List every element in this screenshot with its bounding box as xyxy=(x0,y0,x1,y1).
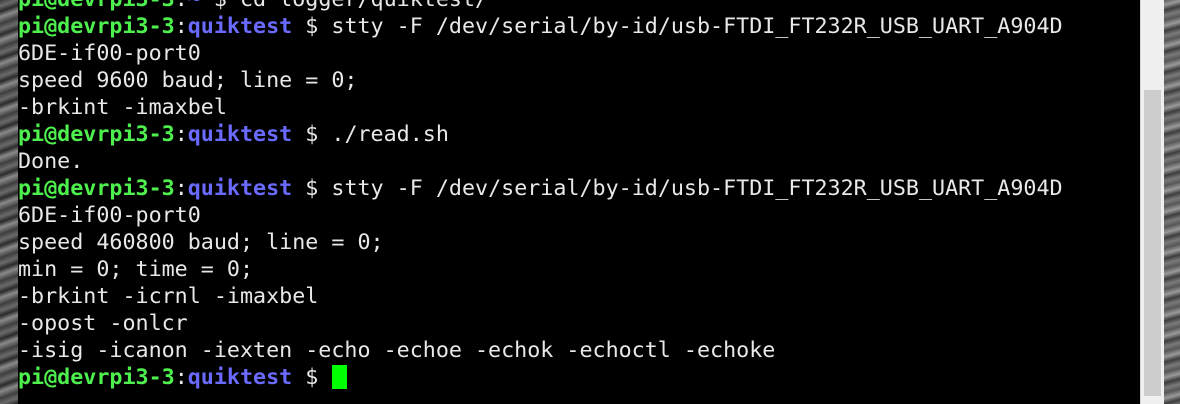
output-text: speed 460800 baud; line = 0; xyxy=(18,230,384,255)
prompt-line: pi@devrpi3-3:~ $ cd logger/quiktest/ xyxy=(18,0,1063,13)
desktop-background-right xyxy=(1164,0,1180,404)
output-text: 6DE-if00-port0 xyxy=(18,41,201,66)
output-line: Done. xyxy=(18,148,1063,175)
prompt-path: ~ xyxy=(188,0,201,12)
output-text: speed 9600 baud; line = 0; xyxy=(18,68,358,93)
prompt-line: pi@devrpi3-3:quiktest $ xyxy=(18,364,1063,391)
prompt-path: quiktest xyxy=(187,14,293,39)
output-text: Done. xyxy=(18,149,84,174)
desktop-background-left xyxy=(0,0,18,404)
prompt-separator: : xyxy=(175,0,188,12)
output-line: -opost -onlcr xyxy=(18,310,1063,337)
prompt-separator: : xyxy=(174,122,188,147)
prompt-path: quiktest xyxy=(187,176,293,201)
output-line: 6DE-if00-port0 xyxy=(18,40,1063,67)
prompt-path: quiktest xyxy=(187,365,293,390)
prompt-symbol: $ xyxy=(292,365,332,390)
prompt-host: pi@devrpi3-3 xyxy=(18,176,175,201)
prompt-line: pi@devrpi3-3:quiktest $ ./read.sh xyxy=(18,121,1063,148)
terminal-window[interactable]: pi@devrpi3-3:~ $ cd logger/quiktest/pi@d… xyxy=(18,0,1140,404)
output-line: 6DE-if00-port0 xyxy=(18,202,1063,229)
prompt-host: pi@devrpi3-3 xyxy=(18,122,175,147)
vertical-scrollbar[interactable] xyxy=(1140,0,1165,404)
output-text: 6DE-if00-port0 xyxy=(18,203,201,228)
prompt-symbol: $ xyxy=(292,14,332,39)
output-line: -isig -icanon -iexten -echo -echoe -echo… xyxy=(18,337,1063,364)
output-text: -opost -onlcr xyxy=(18,311,188,336)
command-text: cd logger/quiktest/ xyxy=(240,0,488,12)
terminal-output: pi@devrpi3-3:~ $ cd logger/quiktest/pi@d… xyxy=(18,0,1063,391)
prompt-host: pi@devrpi3-3 xyxy=(18,0,175,12)
scrollbar-thumb[interactable] xyxy=(1144,90,1161,396)
prompt-symbol: $ xyxy=(292,176,332,201)
command-text: stty -F /dev/serial/by-id/usb-FTDI_FT232… xyxy=(331,176,1063,201)
prompt-symbol: $ xyxy=(292,122,332,147)
command-text: stty -F /dev/serial/by-id/usb-FTDI_FT232… xyxy=(331,14,1063,39)
prompt-host: pi@devrpi3-3 xyxy=(18,14,175,39)
prompt-separator: : xyxy=(174,365,188,390)
output-text: -brkint -imaxbel xyxy=(18,95,227,120)
prompt-path: quiktest xyxy=(187,122,293,147)
output-line: speed 9600 baud; line = 0; xyxy=(18,67,1063,94)
output-text: -brkint -icrnl -imaxbel xyxy=(18,284,319,309)
output-line: speed 460800 baud; line = 0; xyxy=(18,229,1063,256)
command-text: ./read.sh xyxy=(331,122,449,147)
output-text: min = 0; time = 0; xyxy=(18,257,254,282)
prompt-line: pi@devrpi3-3:quiktest $ stty -F /dev/ser… xyxy=(18,175,1063,202)
prompt-separator: : xyxy=(174,14,188,39)
output-text: -isig -icanon -iexten -echo -echoe -echo… xyxy=(18,338,776,363)
terminal-cursor xyxy=(332,365,348,389)
prompt-separator: : xyxy=(174,176,188,201)
output-line: -brkint -imaxbel xyxy=(18,94,1063,121)
output-line: min = 0; time = 0; xyxy=(18,256,1063,283)
prompt-symbol: $ xyxy=(201,0,240,12)
output-line: -brkint -icrnl -imaxbel xyxy=(18,283,1063,310)
prompt-host: pi@devrpi3-3 xyxy=(18,365,175,390)
prompt-line: pi@devrpi3-3:quiktest $ stty -F /dev/ser… xyxy=(18,13,1063,40)
